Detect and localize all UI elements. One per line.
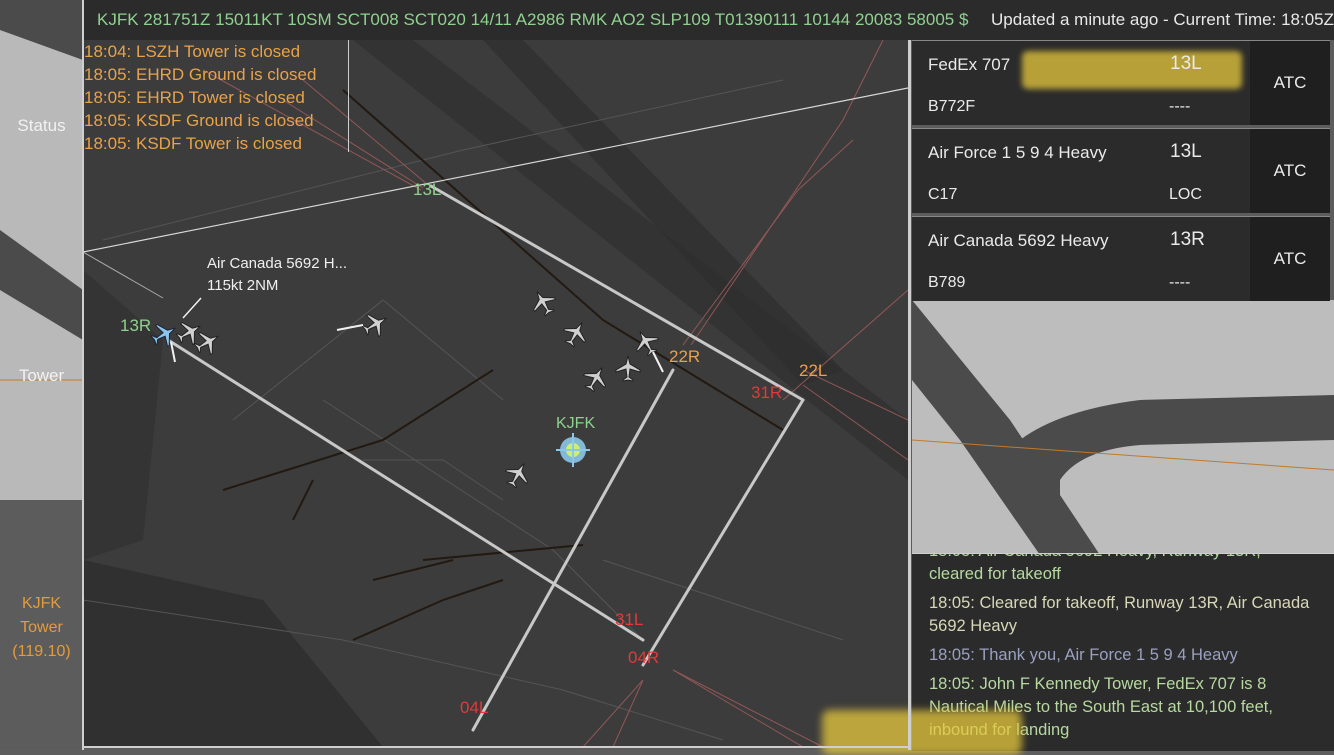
- strip-runway: 13R: [1170, 229, 1205, 250]
- metar-text: KJFK 281751Z 15011KT 10SM SCT008 SCT020 …: [97, 10, 969, 29]
- flight-strip[interactable]: Air Force 1 5 9 4 Heavy 13L C17 LOC ATC: [912, 128, 1330, 213]
- aircraft-data-tag[interactable]: Air Canada 5692 H... 115kt 2NM: [207, 253, 347, 297]
- strip-aircraft-type: B789: [928, 274, 966, 291]
- frame-divider: [83, 746, 911, 748]
- strip-runway: 13L: [1170, 141, 1202, 162]
- update-status: Updated a minute ago - Current Time: 18:…: [990, 10, 1334, 29]
- strip-callsign: Air Force 1 5 9 4 Heavy: [928, 143, 1107, 162]
- aircraft-tag-info: 115kt 2NM: [207, 277, 279, 294]
- metar-bar: KJFK 281751Z 15011KT 10SM SCT008 SCT020 …: [83, 0, 1334, 40]
- strip-atc-button[interactable]: ATC: [1250, 41, 1330, 125]
- runway-label-13L[interactable]: 13L: [413, 180, 441, 200]
- notice-item: 18:05: KSDF Ground is closed: [84, 111, 314, 130]
- facility-info[interactable]: KJFK Tower (119.10): [0, 592, 83, 664]
- frame-divider: [908, 40, 911, 750]
- status-button[interactable]: Status: [0, 116, 83, 136]
- strip-callsign: Air Canada 5692 Heavy: [928, 231, 1109, 250]
- strip-runway: 13L: [1170, 53, 1202, 74]
- flight-strip[interactable]: FedEx 707 13L B772F ---- ATC: [912, 40, 1330, 125]
- strip-atc-button[interactable]: ATC: [1250, 129, 1330, 213]
- notice-item: 18:05: EHRD Ground is closed: [84, 65, 317, 84]
- highlight-marker: [822, 710, 1022, 755]
- left-sidebar: Status Tower KJFK Tower (119.10): [0, 0, 83, 750]
- strip-aircraft-type: B772F: [928, 98, 976, 115]
- runway-label-13R[interactable]: 13R: [120, 316, 151, 336]
- strip-callsign: FedEx 707: [928, 55, 1011, 74]
- runway-label-31R[interactable]: 31R: [751, 383, 782, 403]
- notices-panel: 18:04: LSZH Tower is closed 18:05: EHRD …: [83, 40, 349, 153]
- runway-label-31L[interactable]: 31L: [615, 610, 643, 630]
- facility-frequency: (119.10): [12, 643, 71, 660]
- facility-name: Tower: [20, 619, 63, 636]
- frame-divider: [82, 0, 84, 750]
- log-message: 18:05: Cleared for takeoff, Runway 13R, …: [929, 594, 1310, 635]
- tower-button[interactable]: Tower: [0, 366, 83, 386]
- runway-label-22L[interactable]: 22L: [799, 361, 827, 381]
- runway-label-04R[interactable]: 04R: [628, 648, 659, 668]
- log-message: 18:05: Air Canada 5692 Heavy, Runway 13R…: [929, 554, 1261, 583]
- log-message: 18:05: Thank you, Air Force 1 5 9 4 Heav…: [929, 646, 1238, 664]
- airport-label[interactable]: KJFK: [556, 415, 595, 433]
- aircraft-tag-callsign: Air Canada 5692 H...: [207, 255, 348, 272]
- facility-code: KJFK: [21, 595, 62, 612]
- flight-strip[interactable]: Air Canada 5692 Heavy 13R B789 ---- ATC: [912, 216, 1330, 301]
- strip-status: LOC: [1169, 186, 1202, 203]
- notice-item: 18:05: KSDF Tower is closed: [84, 134, 302, 153]
- strip-status: ----: [1169, 274, 1191, 291]
- strip-aircraft-type: C17: [928, 186, 958, 203]
- flight-strips: FedEx 707 13L B772F ---- ATC Air Force 1…: [912, 40, 1334, 304]
- notice-item: 18:04: LSZH Tower is closed: [84, 42, 301, 61]
- strip-atc-button[interactable]: ATC: [1250, 217, 1330, 301]
- strip-status: ----: [1169, 98, 1191, 115]
- runway-label-22R[interactable]: 22R: [669, 347, 700, 367]
- strip-highlight: [1022, 51, 1242, 89]
- runway-label-04L[interactable]: 04L: [460, 698, 488, 718]
- notice-item: 18:05: EHRD Tower is closed: [84, 88, 305, 107]
